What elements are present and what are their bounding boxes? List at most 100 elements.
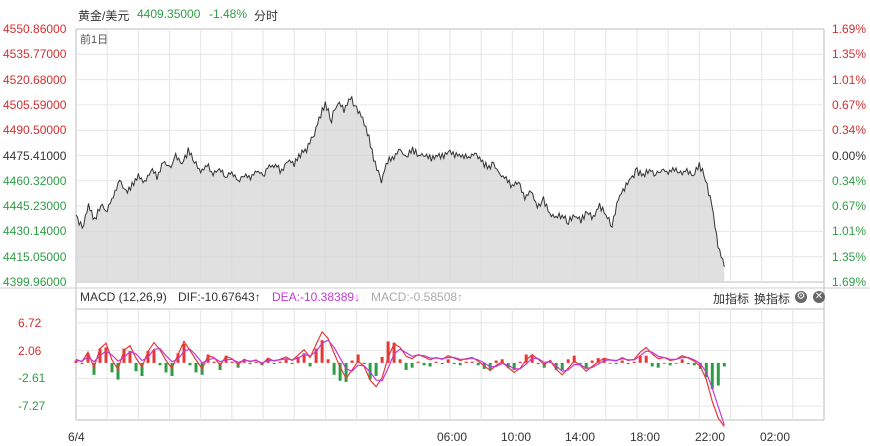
macd-bar [332, 362, 336, 375]
macd-bar [446, 359, 450, 363]
time-tick-label: 18:00 [630, 430, 661, 444]
percent-tick-label: 1.69% [831, 22, 866, 36]
macd-bar [380, 356, 384, 363]
current-price: 4409.35000 [137, 7, 201, 21]
macd-bar [620, 360, 624, 363]
percent-tick-label: 0.67% [831, 97, 866, 112]
time-tick-label: 10:00 [501, 430, 532, 444]
macd-bar [656, 362, 660, 368]
time-tick-label: 6/4 [68, 430, 85, 444]
price-tick-label: 4430.14000 [3, 224, 67, 239]
percent-tick-label: 0.00% [831, 148, 866, 163]
macd-bar [164, 362, 168, 373]
macd-bar [422, 362, 426, 366]
price-tick-label: 4415.05000 [3, 249, 67, 264]
macd-bar [110, 362, 114, 373]
symbol-name: 黄金/美元 [78, 9, 130, 23]
macd-bar [494, 360, 498, 363]
price-tick-label: 4445.23000 [3, 199, 67, 214]
macd-bar [104, 347, 108, 363]
chart-canvas [0, 28, 870, 427]
percent-tick-label: 0.34% [831, 123, 866, 138]
macd-bar [350, 360, 354, 363]
dif-line [75, 330, 725, 427]
macd-bar [194, 362, 198, 373]
macd-bar [716, 362, 720, 386]
macd-tick-label: 6.72 [18, 315, 42, 330]
macd-bar [290, 362, 294, 365]
time-tick-label: 14:00 [565, 430, 596, 444]
macd-bar [644, 355, 648, 363]
macd-value: MACD:-0.58508↑ [371, 290, 464, 304]
price-tick-label: 4505.59000 [3, 97, 67, 112]
macd-bar [566, 359, 570, 363]
price-area-fill [76, 96, 725, 282]
macd-bar [458, 362, 462, 366]
macd-bar [398, 359, 402, 363]
macd-bar [134, 362, 138, 372]
price-tick-label: 4490.50000 [3, 123, 67, 138]
percent-tick-label: 1.35% [831, 249, 866, 264]
macd-bar [662, 362, 666, 364]
macd-bar [590, 360, 594, 363]
macd-bar [692, 362, 696, 366]
macd-bar [326, 359, 330, 363]
macd-tick-label: 2.06 [18, 343, 42, 358]
macd-bar [248, 362, 252, 365]
macd-bar [470, 361, 474, 363]
price-tick-label: 4460.32000 [3, 173, 67, 188]
macd-bar [632, 361, 636, 363]
macd-bar [722, 362, 726, 367]
macd-bar [410, 362, 414, 368]
time-tick-label: 02:00 [760, 430, 791, 444]
chart-header: 黄金/美元 4409.35000 -1.48% 分时 [0, 0, 870, 24]
time-tick-label: 22:00 [695, 430, 726, 444]
macd-bar [188, 362, 192, 366]
macd-bar [674, 362, 678, 364]
macd-bar [308, 362, 312, 367]
dif-value: DIF:-10.67643↑ [178, 290, 261, 304]
macd-bar [284, 359, 288, 363]
macd-bar [434, 361, 438, 363]
price-tick-label: 4520.68000 [3, 72, 67, 87]
period-label[interactable]: 分时 [254, 7, 278, 24]
time-tick-label: 06:00 [437, 430, 468, 444]
percent-tick-label: 1.69% [831, 275, 866, 289]
macd-bar [464, 361, 468, 363]
close-icon[interactable]: ✕ [813, 291, 825, 303]
percent-tick-label: 1.01% [831, 72, 866, 87]
macd-bar [650, 362, 654, 367]
price-tick-label: 4535.77000 [3, 47, 67, 62]
gear-icon[interactable]: ⚙ [795, 291, 807, 303]
macd-bar [614, 362, 618, 365]
macd-tick-label: -7.27 [18, 399, 46, 414]
macd-bar [152, 349, 156, 363]
macd-bar [626, 362, 630, 365]
macd-bar [272, 362, 276, 365]
macd-title: MACD (12,26,9) [80, 290, 167, 304]
macd-bar [440, 362, 444, 365]
price-tick-label: 4475.41000 [3, 148, 67, 163]
macd-bar [452, 362, 456, 365]
add-indicator-button[interactable]: 加指标 [713, 290, 749, 307]
percent-tick-label: 0.34% [831, 173, 866, 188]
macd-bar [278, 361, 282, 363]
macd-bar [362, 362, 366, 365]
macd-bar [608, 362, 612, 364]
dea-value: DEA:-10.38389↓ [272, 290, 361, 304]
macd-bar [536, 362, 540, 365]
percent-tick-label: 0.67% [831, 199, 866, 214]
switch-indicator-button[interactable]: 换指标 [754, 290, 790, 307]
dif-arrow-icon: ↑ [254, 290, 261, 304]
macd-bar [476, 362, 480, 366]
macd-bar [230, 361, 234, 363]
macd-bar [254, 361, 258, 363]
price-tick-label: 4550.86000 [3, 22, 67, 36]
macd-bar [686, 362, 690, 365]
macd-bar [404, 362, 408, 370]
dea-line [75, 339, 725, 425]
macd-bar [212, 361, 216, 363]
macd-bar [374, 362, 378, 376]
macd-bar [158, 362, 162, 366]
macd-bar [518, 361, 522, 363]
